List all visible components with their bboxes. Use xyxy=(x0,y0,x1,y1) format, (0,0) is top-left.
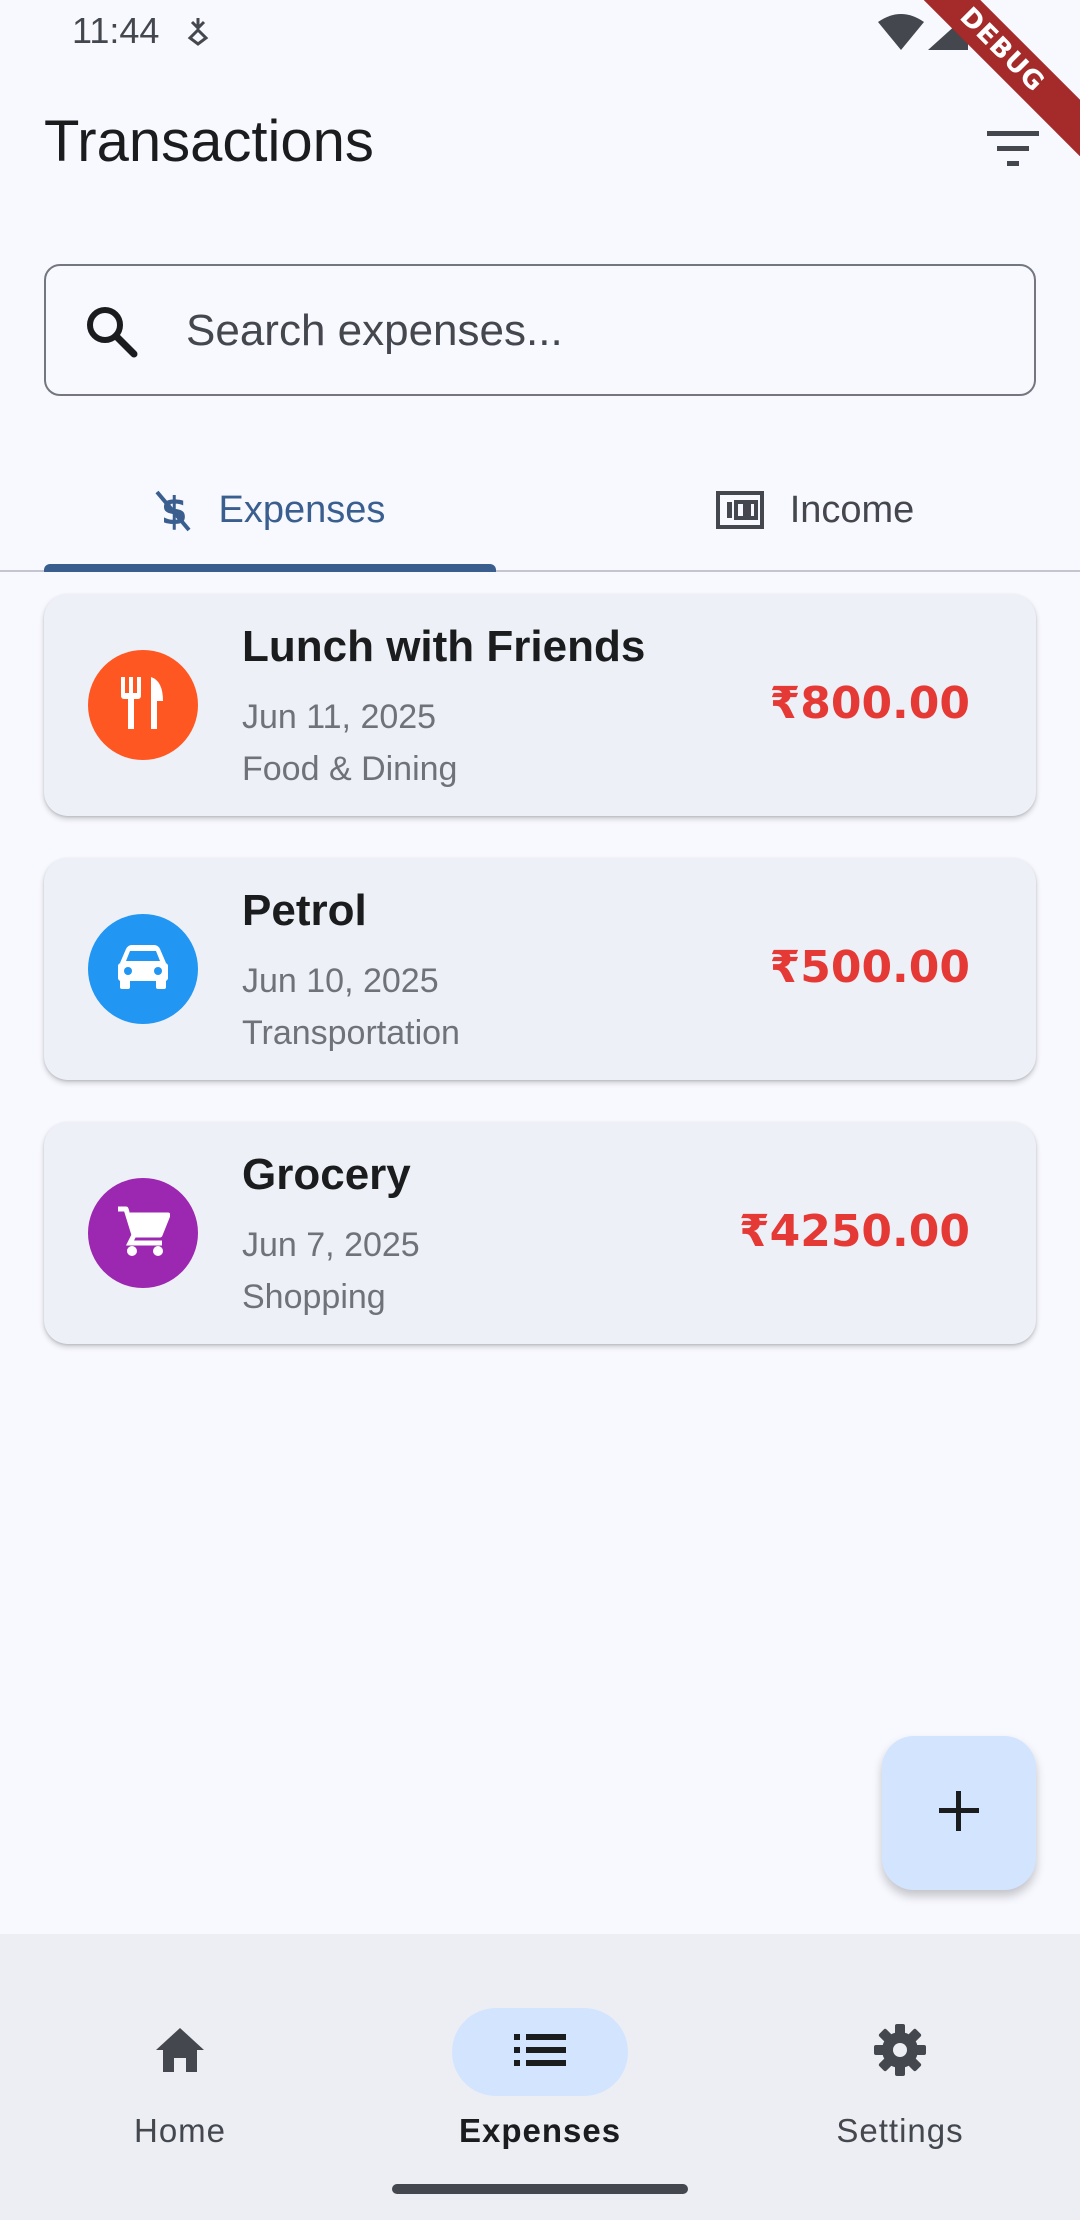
transaction-title: Grocery xyxy=(242,1150,411,1199)
bottom-navigation: Home Expenses Settings xyxy=(0,1934,1080,2220)
tab-bar: $ Expenses Income xyxy=(0,450,1080,572)
transaction-date: Jun 11, 2025 xyxy=(242,698,437,736)
category-avatar xyxy=(88,1178,198,1288)
transaction-date: Jun 7, 2025 xyxy=(242,1226,420,1264)
transaction-title: Petrol xyxy=(242,886,367,935)
wifi-icon xyxy=(878,14,924,55)
shopping-cart-icon xyxy=(116,1205,171,1262)
status-time: 11:44 xyxy=(72,10,160,51)
transaction-card[interactable]: Grocery Jun 7, 2025 Shopping ₹4250.00 xyxy=(44,1122,1036,1344)
nav-item-expenses[interactable]: Expenses xyxy=(420,1972,660,2149)
transaction-title: Lunch with Friends xyxy=(242,622,646,671)
car-icon xyxy=(116,943,170,996)
filter-button[interactable] xyxy=(978,116,1048,186)
data-saver-icon xyxy=(185,16,211,51)
app-bar: Transactions xyxy=(0,80,1080,200)
add-transaction-button[interactable] xyxy=(882,1736,1036,1890)
search-icon xyxy=(84,304,138,363)
nav-label: Expenses xyxy=(458,2112,622,2149)
transaction-amount: ₹500.00 xyxy=(769,942,970,993)
tab-income[interactable]: Income xyxy=(590,450,1040,570)
home-icon xyxy=(154,2026,206,2079)
nav-pill xyxy=(812,2008,988,2096)
nav-label: Home xyxy=(133,2112,227,2149)
restaurant-icon xyxy=(117,675,169,736)
status-bar: 11:44 DEBUG xyxy=(0,0,1080,157)
nav-pill xyxy=(92,2008,268,2096)
nav-item-home[interactable]: Home xyxy=(60,1972,300,2149)
tab-expenses[interactable]: $ Expenses xyxy=(44,450,494,570)
transaction-category: Food & Dining xyxy=(242,750,458,788)
page-title: Transactions xyxy=(44,109,374,174)
transaction-category: Shopping xyxy=(242,1278,386,1316)
home-indicator[interactable] xyxy=(392,2184,688,2194)
tab-expenses-label: Expenses xyxy=(218,488,386,531)
transaction-amount: ₹4250.00 xyxy=(738,1206,970,1257)
nav-item-settings[interactable]: Settings xyxy=(780,1972,1020,2149)
tab-income-label: Income xyxy=(789,488,915,531)
tab-indicator xyxy=(44,564,496,572)
nav-pill xyxy=(452,2008,628,2096)
search-input[interactable] xyxy=(186,296,1006,366)
search-field[interactable] xyxy=(44,264,1036,396)
nav-label: Settings xyxy=(836,2112,964,2149)
add-icon xyxy=(937,1789,981,1838)
list-icon xyxy=(514,2032,566,2073)
transaction-amount: ₹800.00 xyxy=(769,678,970,729)
transaction-category: Transportation xyxy=(242,1014,460,1052)
money-off-icon: $ xyxy=(153,488,193,532)
transaction-card[interactable]: Petrol Jun 10, 2025 Transportation ₹500.… xyxy=(44,858,1036,1080)
money-icon xyxy=(715,491,764,529)
category-avatar xyxy=(88,650,198,760)
filter-list-icon xyxy=(987,129,1039,174)
category-avatar xyxy=(88,914,198,1024)
transaction-date: Jun 10, 2025 xyxy=(242,962,439,1000)
transaction-card[interactable]: Lunch with Friends Jun 11, 2025 Food & D… xyxy=(44,594,1036,816)
settings-icon xyxy=(873,2023,927,2082)
